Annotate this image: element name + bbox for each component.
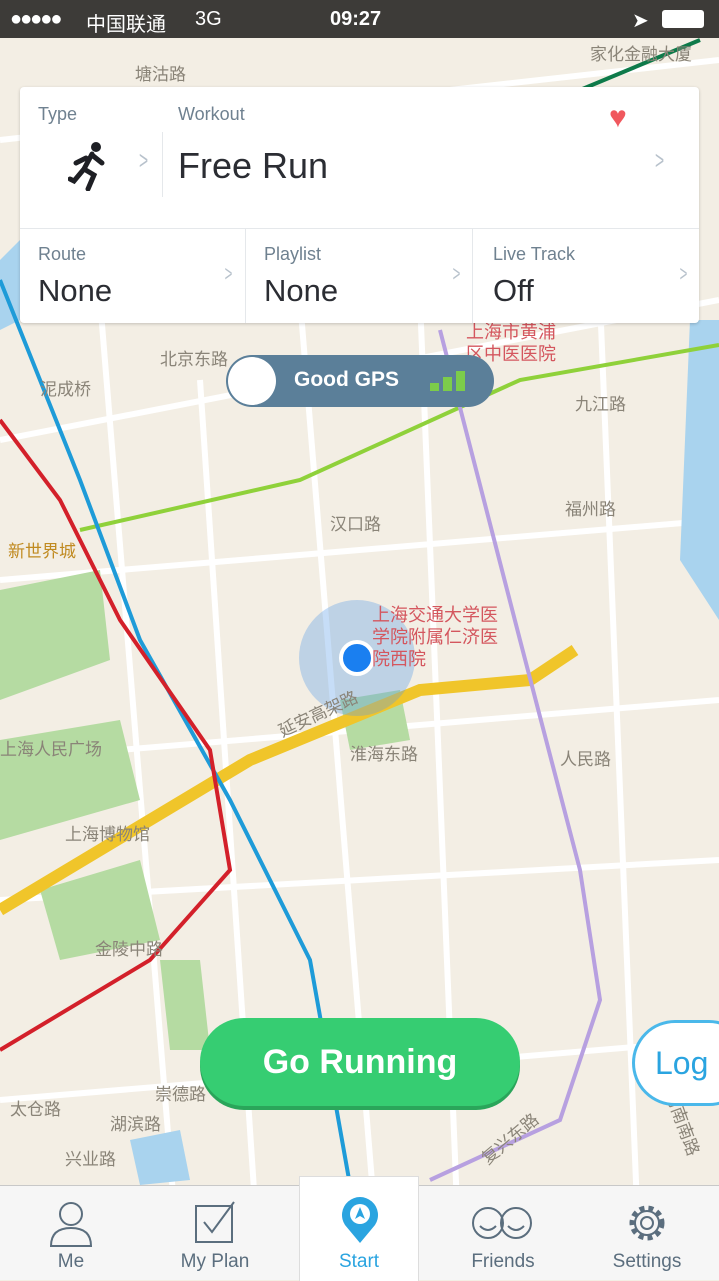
go-running-button[interactable]: Go Running [200, 1018, 520, 1106]
type-label: Type [38, 104, 78, 124]
chevron-right-icon: > [679, 261, 688, 286]
tab-label: Me [57, 1251, 85, 1272]
heart-icon[interactable]: ♥ [609, 101, 627, 135]
chevron-right-icon: > [139, 145, 149, 175]
checkbox-icon [195, 1201, 235, 1243]
playlist-label: Playlist [264, 244, 322, 264]
live-track-value: Off [493, 273, 534, 308]
tab-label: My Plan [180, 1251, 250, 1272]
gear-icon [629, 1205, 665, 1241]
map-label: 兴业路 [65, 1150, 116, 1170]
map-label: 淮海东路 [350, 745, 418, 765]
location-arrow-icon: ➤ [632, 10, 649, 32]
route-selector[interactable]: Route None > [20, 229, 246, 323]
workout-settings-card: Type > Workout Free Run ♥ > Route None >… [20, 87, 699, 323]
map-label: 太仓路 [10, 1100, 61, 1120]
map-label: 汉口路 [330, 515, 381, 535]
map-label: 人民路 [560, 750, 611, 770]
route-value: None [38, 273, 113, 308]
playlist-selector[interactable]: Playlist None > [246, 229, 473, 323]
chevron-right-icon: > [224, 261, 233, 286]
map-poi: 上海交通大学医学院附属仁济医院西院 [372, 605, 498, 670]
type-selector[interactable]: Type > [20, 87, 162, 229]
route-label: Route [38, 244, 87, 264]
map-label: 崇德路 [155, 1085, 206, 1105]
map-label: 北京东路 [160, 350, 228, 370]
map-label: 福州路 [565, 500, 616, 520]
map-label: 新世界城 [8, 542, 76, 562]
tab-bar: Me My Plan Start Friends Settings [0, 1176, 719, 1281]
workout-value: Free Run [178, 145, 329, 186]
status-bar: ●●●●● 中国联通 3G 09:27 ➤ [0, 0, 719, 38]
workout-selector[interactable]: Workout Free Run ♥ > [163, 87, 699, 229]
toggle-knob[interactable] [228, 357, 276, 405]
live-track-selector[interactable]: Live Track Off > [473, 229, 699, 323]
tab-my-plan[interactable]: My Plan [155, 1186, 275, 1281]
map-label: 九江路 [575, 395, 626, 415]
map-label: 上海人民广场 [0, 740, 102, 760]
map-label: 湖滨路 [110, 1115, 161, 1135]
map-label: 泥成桥 [40, 380, 91, 400]
map-label: 塘沽路 [135, 65, 186, 85]
battery-icon [662, 10, 704, 28]
map-label: 家化金融大厦 [590, 45, 692, 65]
location-pin-icon [342, 1197, 378, 1243]
chevron-right-icon: > [452, 261, 461, 286]
tab-friends[interactable]: Friends [443, 1186, 563, 1281]
smiley-faces-icon [472, 1207, 532, 1239]
workout-label: Workout [178, 104, 245, 124]
live-track-label: Live Track [493, 244, 576, 264]
network-type: 3G [195, 8, 222, 30]
tab-label: Settings [612, 1251, 682, 1272]
gps-status-label: Good GPS [294, 368, 399, 391]
person-icon [49, 1202, 93, 1247]
map-label: 金陵中路 [95, 940, 163, 960]
tab-start[interactable]: Start [299, 1176, 419, 1281]
tab-label: Friends [471, 1251, 535, 1272]
playlist-value: None [264, 273, 339, 308]
tab-label: Start [338, 1251, 380, 1272]
signal-strength: ●●●●● [10, 8, 62, 30]
tab-me[interactable]: Me [11, 1186, 131, 1281]
tab-settings[interactable]: Settings [587, 1186, 707, 1281]
log-button[interactable]: Log [632, 1020, 719, 1106]
chevron-right-icon: > [655, 145, 665, 175]
running-person-icon [68, 142, 105, 191]
map-label: 上海博物馆 [65, 825, 150, 845]
clock: 09:27 [330, 8, 382, 30]
gps-status-toggle[interactable]: Good GPS [226, 355, 494, 407]
current-location-dot [339, 640, 375, 676]
carrier: 中国联通 [86, 14, 166, 36]
